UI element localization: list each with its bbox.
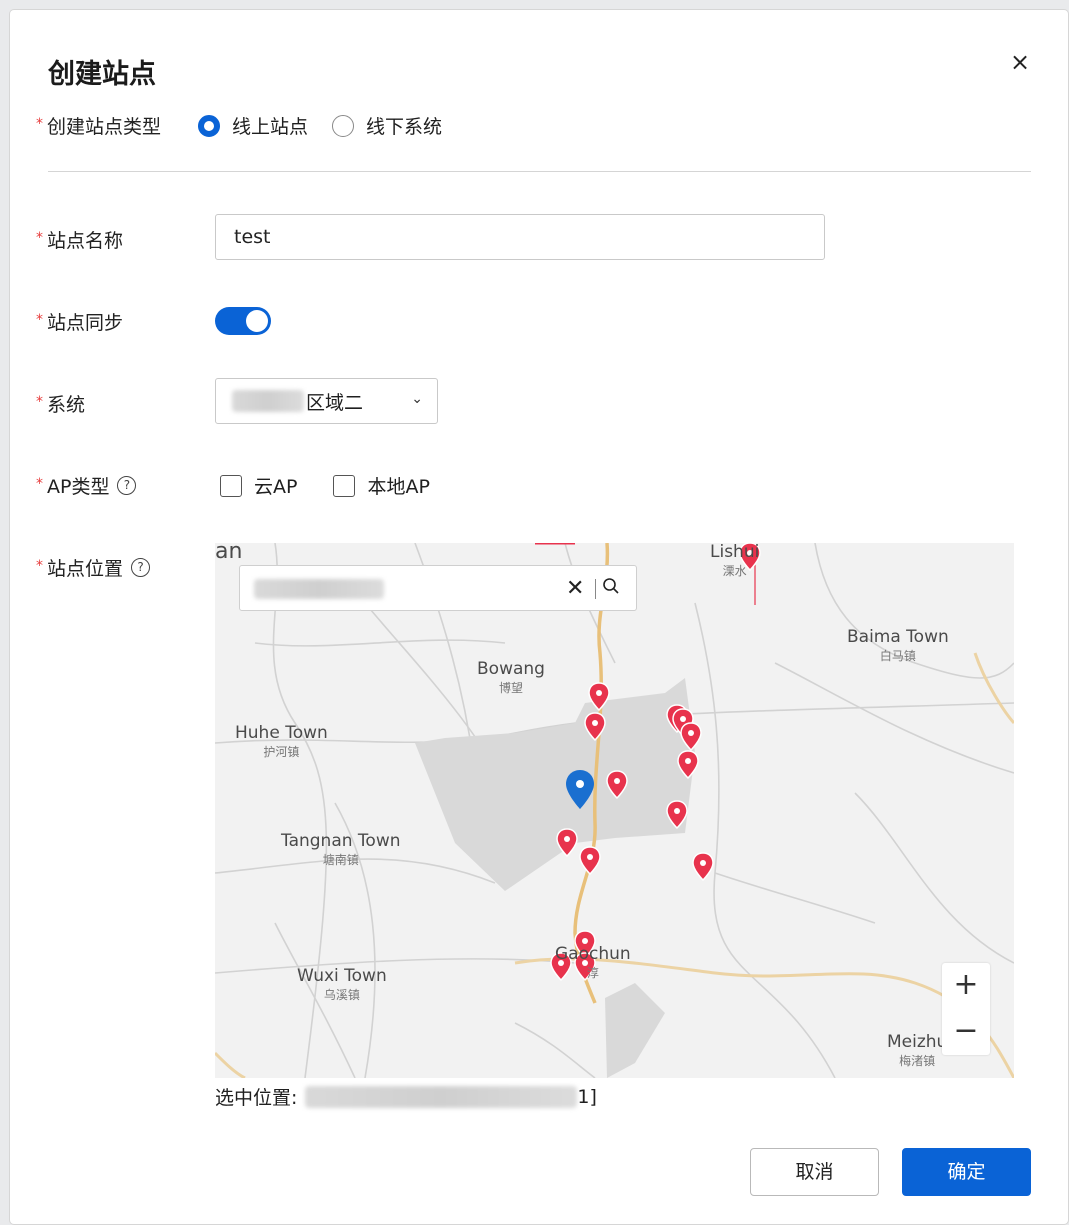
- site-location-label: * 站点位置 ?: [36, 554, 151, 581]
- checkbox-cloud-ap[interactable]: 云AP: [220, 472, 297, 499]
- site-sync-label: * 站点同步: [36, 311, 124, 335]
- radio-unchecked-icon: [332, 114, 355, 137]
- system-select[interactable]: 区域二 ⌄: [215, 378, 438, 424]
- create-site-dialog: 创建站点 × * 创建站点类型 线上站点 线下系统 * 站点名称 test * 站点同…: [10, 10, 1068, 1224]
- radio-online-site[interactable]: 线上站点: [198, 112, 308, 139]
- checkbox-local-ap[interactable]: 本地AP: [333, 472, 430, 499]
- map-place-label: Wuxi Town 乌溪镇: [297, 966, 387, 1002]
- redacted-text: [254, 579, 384, 599]
- ap-type-checkbox-group: 云AP 本地AP: [220, 472, 466, 499]
- map-place-label: Bowang 博望: [477, 659, 545, 695]
- checkbox-icon: [333, 474, 356, 497]
- site-sync-toggle[interactable]: [215, 307, 271, 335]
- system-select-value: 区域二: [306, 391, 364, 414]
- system-label: * 系统: [36, 393, 86, 417]
- help-icon[interactable]: ?: [117, 476, 137, 495]
- map-place-label: Lishui 溧水: [710, 543, 760, 578]
- help-icon[interactable]: ?: [131, 558, 151, 577]
- ap-type-label: * AP类型 ?: [36, 472, 137, 499]
- radio-checked-icon: [198, 114, 220, 137]
- site-type-label: * 创建站点类型: [36, 115, 162, 139]
- close-icon[interactable]: ×: [1006, 48, 1034, 76]
- redacted-text: [305, 1085, 578, 1108]
- zoom-control: + −: [942, 963, 990, 1055]
- selected-location: 选中位置: 1]: [215, 1085, 597, 1109]
- map-place-label: Tangnan Town 塘南镇: [281, 831, 401, 867]
- map-place-label: an: [215, 543, 243, 564]
- map-place-label: Huhe Town 护河镇: [235, 723, 328, 759]
- map-place-label: Baima Town 白马镇: [847, 627, 949, 663]
- divider: [48, 171, 1031, 172]
- cancel-button[interactable]: 取消: [750, 1148, 879, 1196]
- zoom-out-button[interactable]: −: [942, 1009, 990, 1055]
- clear-icon[interactable]: ✕: [566, 576, 584, 601]
- divider: [595, 579, 596, 599]
- toggle-knob: [246, 310, 268, 332]
- chevron-down-icon: ⌄: [411, 391, 423, 407]
- site-name-input[interactable]: test: [215, 214, 825, 260]
- redacted-text: [232, 390, 304, 412]
- radio-offline-system[interactable]: 线下系统: [332, 112, 442, 139]
- zoom-in-button[interactable]: +: [942, 963, 990, 1009]
- checkbox-icon: [220, 474, 242, 497]
- map-place-label: Meizhu 梅渚镇: [887, 1032, 948, 1068]
- dialog-title: 创建站点: [48, 59, 156, 90]
- confirm-button[interactable]: 确定: [902, 1148, 1031, 1196]
- map-view[interactable]: an Lishui 溧水 Baima Town 白马镇 Bowang 博望 Huhe …: [215, 543, 1014, 1078]
- site-name-label: * 站点名称: [36, 229, 124, 253]
- site-type-radio-group: 线上站点 线下系统: [198, 112, 466, 139]
- map-search-input[interactable]: ✕: [239, 565, 637, 611]
- map-place-label: Gaochun 淳: [555, 944, 631, 980]
